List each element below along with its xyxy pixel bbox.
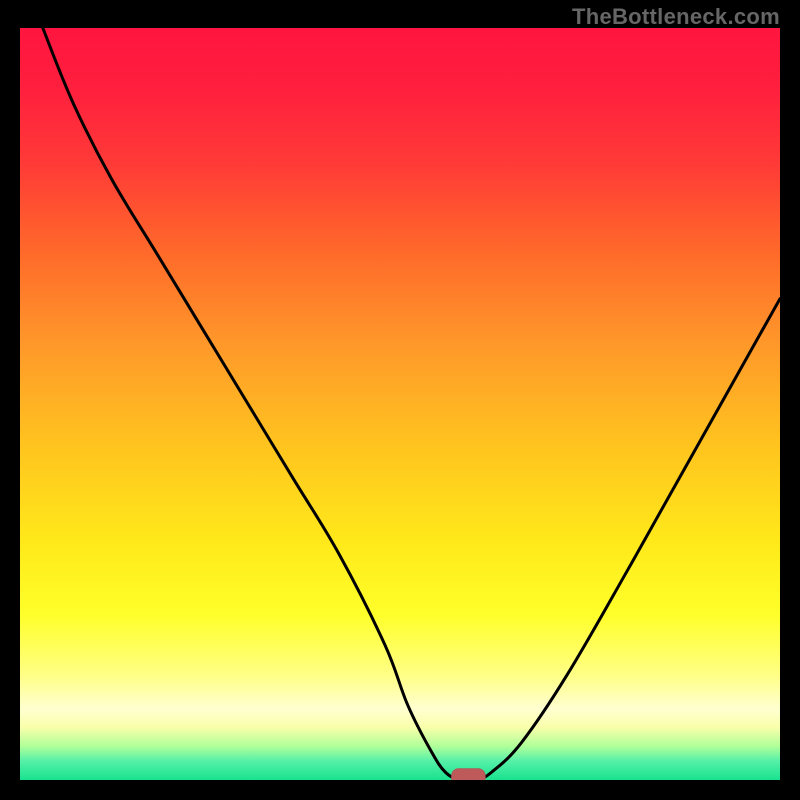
chart-stage: TheBottleneck.com [0, 0, 800, 800]
plot-area [20, 28, 780, 780]
curve-layer [20, 28, 780, 780]
bottleneck-curve [43, 28, 780, 780]
minimum-marker [452, 769, 485, 780]
watermark-label: TheBottleneck.com [572, 4, 780, 30]
